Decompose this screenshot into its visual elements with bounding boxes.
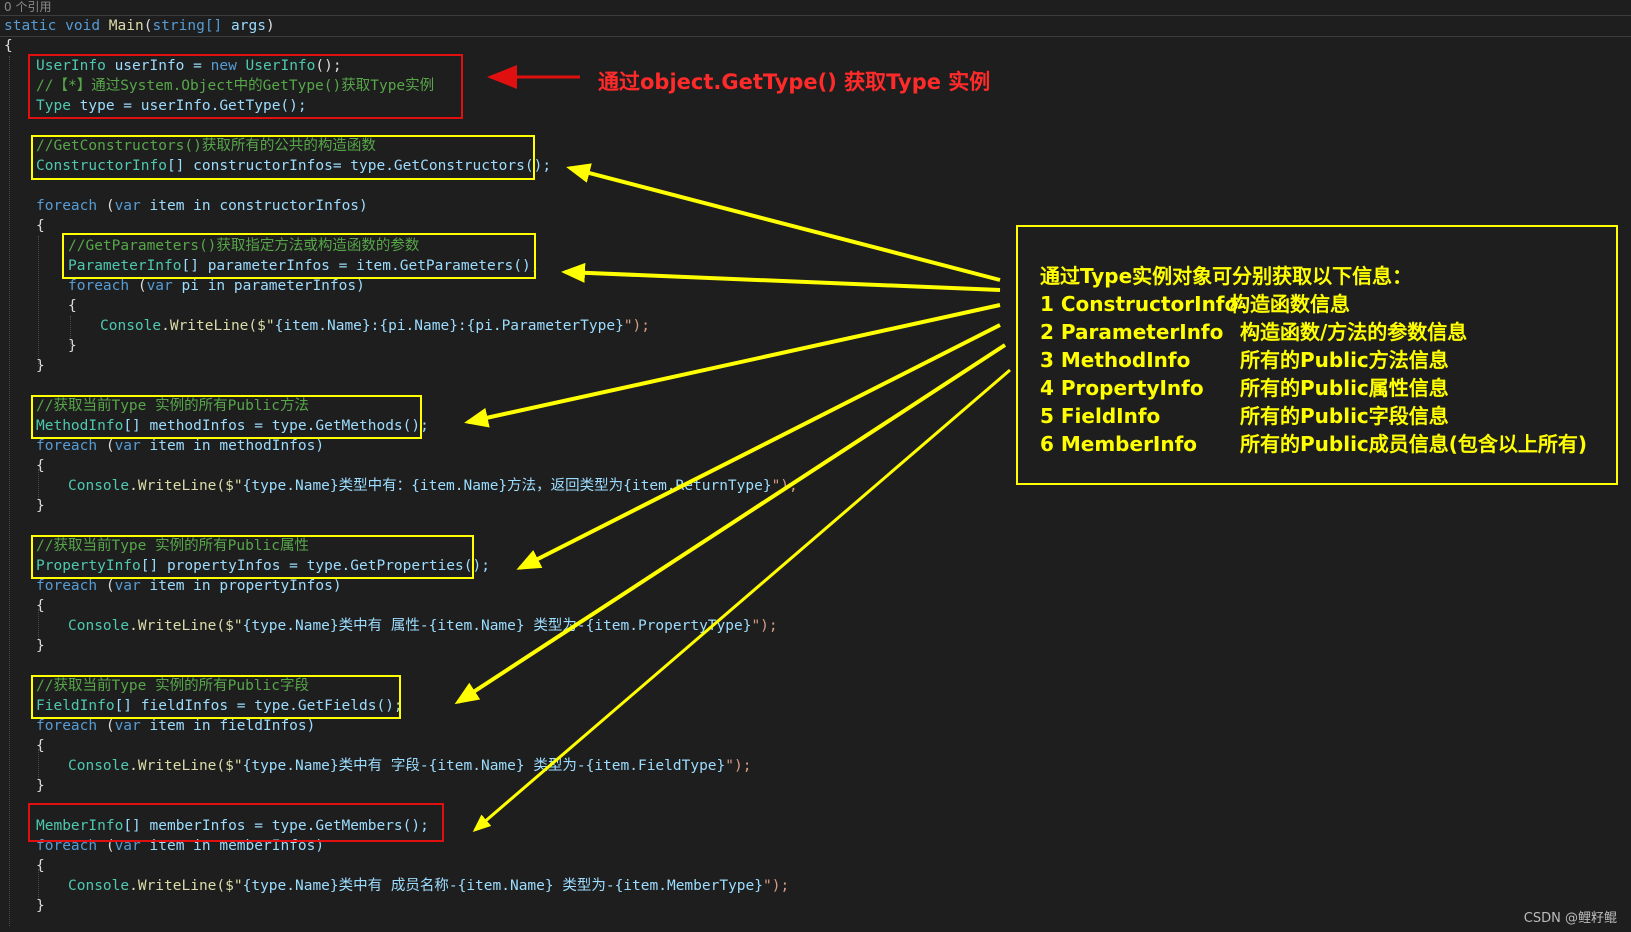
info-title: 通过Type实例对象可分别获取以下信息： [1040, 264, 1413, 288]
info-row-desc: 构造函数信息 [1230, 292, 1350, 316]
arrow-members [472, 368, 1011, 832]
info-row-desc: 所有的Public属性信息 [1240, 376, 1449, 400]
watermark: CSDN @鲤籽鲲 [1523, 911, 1617, 926]
info-row: 1 ConstructorInfo 构造函数信息 [1040, 291, 1350, 317]
arrow-constructors [566, 163, 1001, 282]
callout-gettype: 通过object.GetType() 获取Type 实例 [598, 70, 991, 94]
info-row: 3 MethodInfo 所有的Public方法信息 [1040, 347, 1449, 373]
arrow-fields [454, 343, 1007, 705]
info-row-desc: 所有的Public方法信息 [1240, 348, 1449, 372]
info-row-name: 3 MethodInfo [1040, 348, 1191, 372]
info-row-name: 2 ParameterInfo [1040, 320, 1224, 344]
info-row: 6 MemberInfo 所有的Public成员信息(包含以上所有) [1040, 431, 1587, 457]
arrow-properties [516, 323, 1001, 570]
info-row-desc: 构造函数/方法的参数信息 [1240, 320, 1468, 344]
info-row-name: 6 MemberInfo [1040, 432, 1198, 456]
arrow-parameters [561, 262, 1001, 292]
info-row: 4 PropertyInfo 所有的Public属性信息 [1040, 375, 1449, 401]
info-row-name: 1 ConstructorInfo [1040, 292, 1239, 316]
info-row: 2 ParameterInfo 构造函数/方法的参数信息 [1040, 319, 1467, 345]
info-row: 5 FieldInfo 所有的Public字段信息 [1040, 403, 1449, 429]
info-box: 通过Type实例对象可分别获取以下信息： 1 ConstructorInfo 构造… [1016, 225, 1618, 485]
info-row-name: 5 FieldInfo [1040, 404, 1161, 428]
info-row-desc: 所有的Public字段信息 [1240, 404, 1449, 428]
info-row-desc: 所有的Public成员信息(包含以上所有) [1240, 432, 1588, 456]
info-row-name: 4 PropertyInfo [1040, 376, 1204, 400]
